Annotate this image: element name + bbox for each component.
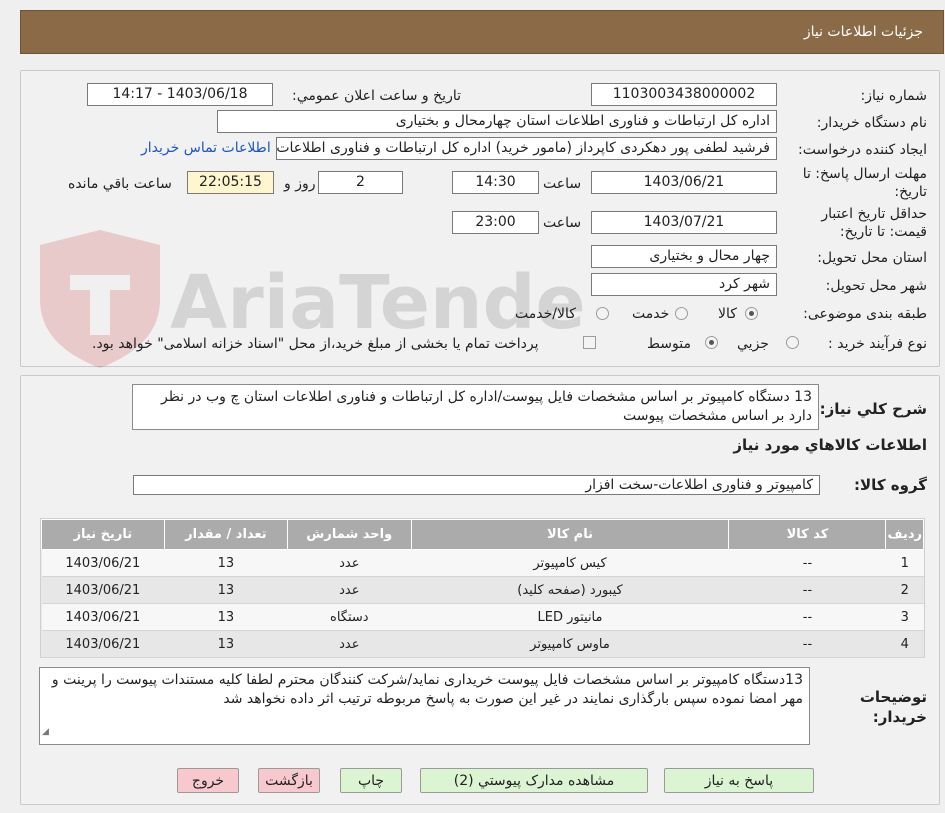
row-qty: 13: [164, 603, 288, 631]
deadline-time-label: ساعت: [543, 176, 582, 192]
process-medium-radio[interactable]: [705, 336, 718, 349]
row-unit: عدد: [287, 576, 412, 604]
remaining-label: ساعت باقي مانده: [68, 176, 172, 192]
days-label: روز و: [284, 176, 316, 192]
row-date: 1403/06/21: [41, 603, 165, 631]
buyer-org-field: اداره کل ارتباطات و فناوری اطلاعات استان…: [217, 110, 777, 133]
summary-field: 13 دستگاه کامپیوتر بر اساس مشخصات فایل پ…: [132, 384, 819, 430]
process-medium-label: متوسط: [647, 336, 691, 352]
announce-field: 1403/06/18 - 14:17: [87, 83, 273, 106]
deadline-time-field: 14:30: [452, 171, 539, 194]
row-index: 4: [885, 630, 924, 658]
category-goods-service-radio[interactable]: [596, 307, 609, 320]
category-goods-service-label: کالا/خدمت: [515, 306, 576, 322]
category-goods-radio[interactable]: [745, 307, 758, 320]
buyer-notes-text: 13دستگاه کامپیوتر بر اساس مشخصات فایل پی…: [51, 672, 803, 707]
row-date: 1403/06/21: [41, 576, 165, 604]
requester-field: فرشید لطفی پور دهکردی کاپرداز (مامور خری…: [276, 137, 777, 160]
row-qty: 13: [164, 549, 288, 577]
buyer-notes-label: توضیحات: [859, 688, 927, 706]
page-header: جزئیات اطلاعات نیاز: [20, 10, 944, 54]
province-label: استان محل تحویل:: [817, 250, 927, 266]
buyer-org-label: نام دستگاه خریدار:: [816, 115, 927, 131]
row-unit: عدد: [287, 630, 412, 658]
validity-time-label: ساعت: [543, 215, 582, 231]
row-qty: 13: [164, 576, 288, 604]
page-title: جزئیات اطلاعات نیاز: [803, 24, 923, 40]
row-qty: 13: [164, 630, 288, 658]
buyer-contact-link[interactable]: اطلاعات تماس خریدار: [141, 140, 271, 156]
process-minor-radio[interactable]: [786, 336, 799, 349]
resize-grip-icon[interactable]: ◢: [42, 723, 49, 742]
payment-note: پرداخت تمام یا بخشی از مبلغ خرید،از محل …: [92, 336, 539, 352]
col-code-header: کد کالا: [728, 519, 887, 550]
category-goods-label: کالا: [718, 306, 737, 322]
print-button[interactable]: چاپ: [340, 768, 402, 793]
col-qty-header: تعداد / مقدار: [163, 519, 289, 550]
province-field: چهار محال و بختیاری: [591, 245, 777, 268]
process-minor-label: جزيي: [737, 336, 769, 352]
col-row-header: ردیف: [885, 519, 924, 550]
treasury-payment-checkbox[interactable]: [583, 336, 596, 349]
row-unit: دستگاه: [287, 603, 412, 631]
row-date: 1403/06/21: [41, 630, 165, 658]
row-index: 3: [885, 603, 924, 631]
goods-group-label: گروه کالا:: [854, 476, 927, 494]
table-row: 2 -- کیبورد (صفحه کلید) عدد 13 1403/06/2…: [41, 576, 924, 604]
row-name: کیس کامپیوتر: [411, 549, 729, 577]
reply-button[interactable]: پاسخ به نیاز: [664, 768, 814, 793]
col-unit-header: واحد شمارش: [287, 519, 412, 550]
deadline-label-date: تاریخ:: [894, 184, 927, 200]
items-table-wrap: ردیف کد کالا نام کالا واحد شمارش تعداد /…: [40, 518, 925, 658]
validity-label: حداقل تاریخ اعتبار: [821, 206, 927, 222]
need-number-field: 1103003438000002: [591, 83, 777, 106]
category-service-label: خدمت: [632, 306, 670, 322]
deadline-date-field: 1403/06/21: [591, 171, 777, 194]
table-row: 1 -- کیس کامپیوتر عدد 13 1403/06/21: [41, 549, 924, 577]
row-code: --: [728, 576, 886, 604]
table-row: 3 -- مانیتور LED دستگاه 13 1403/06/21: [41, 603, 924, 631]
row-date: 1403/06/21: [41, 549, 165, 577]
row-index: 2: [885, 576, 924, 604]
validity-date-field: 1403/07/21: [591, 211, 777, 234]
announce-label: تاریخ و ساعت اعلان عمومي:: [292, 88, 461, 104]
category-service-radio[interactable]: [675, 307, 688, 320]
row-name: کیبورد (صفحه کلید): [411, 576, 729, 604]
table-row: 4 -- ماوس کامپیوتر عدد 13 1403/06/21: [41, 630, 924, 658]
col-name-header: نام کالا: [410, 519, 730, 550]
row-code: --: [728, 603, 886, 631]
items-table: ردیف کد کالا نام کالا واحد شمارش تعداد /…: [41, 519, 924, 658]
row-name: مانیتور LED: [411, 603, 729, 631]
deadline-label: مهلت ارسال پاسخ: تا: [802, 166, 927, 182]
row-code: --: [728, 549, 886, 577]
goods-group-field: کامپیوتر و فناوری اطلاعات-سخت افزار: [133, 475, 820, 495]
city-field: شهر کرد: [591, 273, 777, 296]
validity-time-field: 23:00: [452, 211, 539, 234]
row-name: ماوس کامپیوتر: [411, 630, 729, 658]
back-button[interactable]: بازگشت: [258, 768, 320, 793]
validity-label-date: قیمت: تا تاریخ:: [839, 224, 927, 240]
days-field: 2: [318, 171, 403, 194]
requester-label: ایجاد کننده درخواست:: [798, 142, 927, 158]
table-header-row: ردیف کد کالا نام کالا واحد شمارش تعداد /…: [41, 519, 924, 550]
exit-button[interactable]: خروج: [177, 768, 239, 793]
city-label: شهر محل تحویل:: [825, 278, 927, 294]
remaining-time-field: 22:05:15: [187, 171, 274, 194]
view-attachments-button[interactable]: مشاهده مدارک پیوستي (2): [420, 768, 648, 793]
need-number-label: شماره نیاز:: [860, 88, 928, 104]
summary-label: شرح کلي نياز:: [819, 400, 927, 418]
buyer-notes-field: 13دستگاه کامپیوتر بر اساس مشخصات فایل پی…: [39, 667, 810, 745]
goods-info-title: اطلاعات کالاهاي مورد نياز: [733, 436, 927, 454]
row-unit: عدد: [287, 549, 412, 577]
category-label: طبقه بندی موضوعی:: [803, 306, 927, 322]
row-code: --: [728, 630, 886, 658]
row-index: 1: [885, 549, 924, 577]
process-label: نوع فرآیند خرید :: [828, 336, 927, 352]
buyer-notes-label-2: خریدار:: [872, 708, 927, 726]
col-date-header: تاریخ نیاز: [41, 519, 165, 550]
